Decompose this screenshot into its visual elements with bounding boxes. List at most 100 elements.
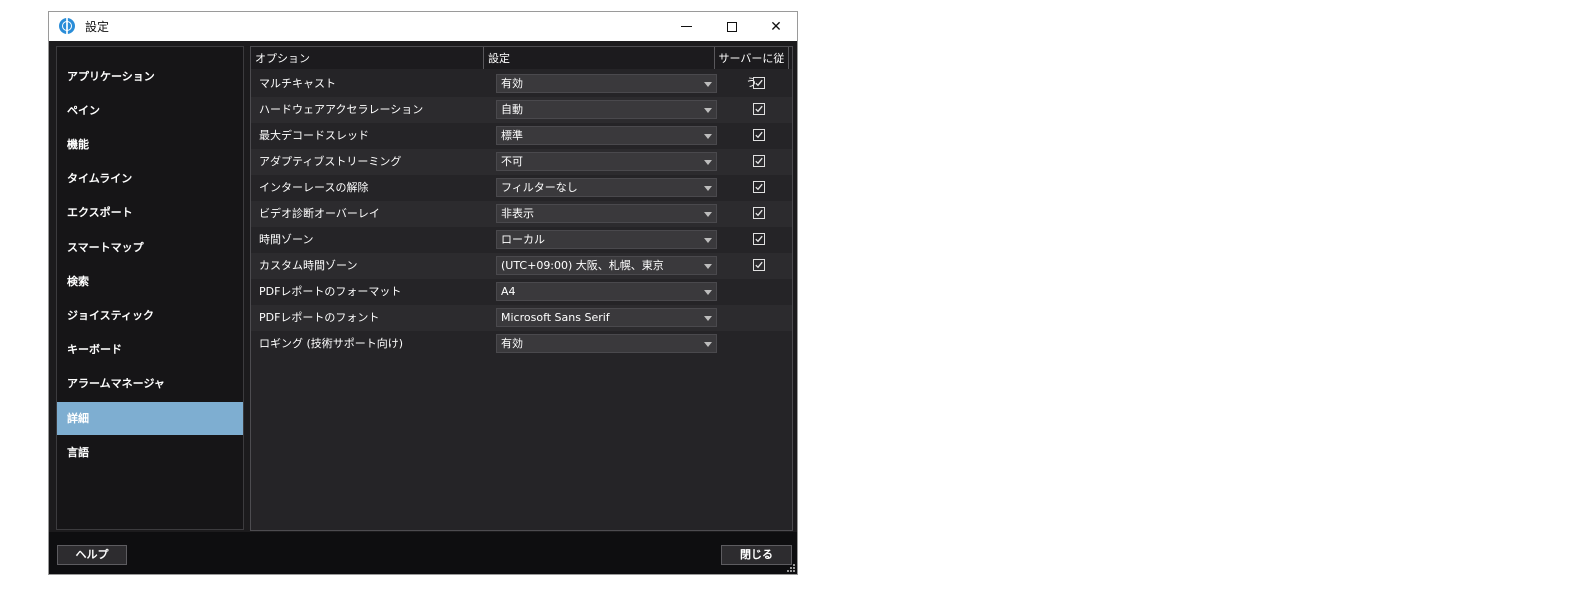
checkmark-icon	[755, 105, 763, 113]
checkmark-icon	[755, 79, 763, 87]
setting-dropdown[interactable]: 不可	[496, 152, 717, 171]
window-title: 設定	[85, 20, 110, 34]
setting-dropdown[interactable]: 有効	[496, 334, 717, 353]
option-label: 最大デコードスレッド	[259, 129, 369, 142]
table-row: インターレースの解除 フィルターなし	[251, 175, 792, 201]
follow-server-checkbox[interactable]	[753, 207, 765, 219]
table-row: カスタム時間ゾーン (UTC+09:00) 大阪、札幌、東京	[251, 253, 792, 279]
option-label: PDFレポートのフォーマット	[259, 285, 402, 298]
table-row: 時間ゾーン ローカル	[251, 227, 792, 253]
sidebar-item[interactable]: スマートマップ	[57, 231, 243, 264]
chevron-down-icon	[704, 82, 712, 87]
dropdown-value: 標準	[501, 129, 523, 142]
follow-server-checkbox[interactable]	[753, 233, 765, 245]
settings-window: 設定 ✕ アプリケーション ペイン 機能 タイムライン エクスポート スマートマップ 検索ジ…	[48, 11, 798, 575]
dropdown-value: 不可	[501, 155, 523, 168]
checkmark-icon	[755, 209, 763, 217]
option-label: ロギング (技術サポート向け)	[259, 337, 404, 350]
option-label: マルチキャスト	[259, 77, 336, 90]
setting-dropdown[interactable]: 非表示	[496, 204, 717, 223]
table-row: PDFレポートのフォント Microsoft Sans Serif	[251, 305, 792, 331]
chevron-down-icon	[704, 342, 712, 347]
checkmark-icon	[755, 183, 763, 191]
follow-server-checkbox[interactable]	[753, 181, 765, 193]
dropdown-value: 非表示	[501, 207, 534, 220]
sidebar-item[interactable]: ジョイスティック	[57, 299, 243, 332]
checkmark-icon	[755, 261, 763, 269]
setting-dropdown[interactable]: ローカル	[496, 230, 717, 249]
dropdown-value: 有効	[501, 337, 523, 350]
close-button[interactable]: 閉じる	[721, 545, 792, 565]
option-label: 時間ゾーン	[259, 233, 314, 246]
settings-category-list: アプリケーション ペイン 機能 タイムライン エクスポート スマートマップ 検索 ジョイスティ…	[56, 46, 244, 530]
dropdown-value: Microsoft Sans Serif	[501, 311, 610, 324]
table-row: ビデオ診断オーバーレイ 非表示	[251, 201, 792, 227]
checkmark-icon	[755, 157, 763, 165]
option-label: ハードウェアアクセラレーション	[259, 103, 424, 116]
sidebar-item[interactable]: 機能	[57, 128, 243, 161]
table-row: ハードウェアアクセラレーション 自動	[251, 97, 792, 123]
setting-dropdown[interactable]: フィルターなし	[496, 178, 717, 197]
setting-dropdown[interactable]: 標準	[496, 126, 717, 145]
table-row: アダプティブストリーミング 不可	[251, 149, 792, 175]
chevron-down-icon	[704, 212, 712, 217]
dropdown-value: A4	[501, 285, 516, 298]
close-window-button[interactable]: ✕	[754, 12, 797, 41]
dropdown-value: フィルターなし	[501, 181, 578, 194]
sidebar-item[interactable]: アラームマネージャ	[57, 367, 243, 400]
setting-dropdown[interactable]: 自動	[496, 100, 717, 119]
table-row: ロギング (技術サポート向け) 有効	[251, 331, 792, 357]
setting-dropdown[interactable]: 有効	[496, 74, 717, 93]
resize-grip-icon[interactable]	[785, 562, 795, 572]
chevron-down-icon	[704, 290, 712, 295]
dropdown-value: 有効	[501, 77, 523, 90]
sidebar-item[interactable]: ペイン	[57, 94, 243, 127]
sidebar-item[interactable]: 検索	[57, 265, 243, 298]
setting-dropdown[interactable]: Microsoft Sans Serif	[496, 308, 717, 327]
follow-server-checkbox[interactable]	[753, 77, 765, 89]
sidebar-item[interactable]: アプリケーション	[57, 60, 243, 93]
chevron-down-icon	[704, 238, 712, 243]
chevron-down-icon	[704, 134, 712, 139]
table-row: 最大デコードスレッド 標準	[251, 123, 792, 149]
table-row: PDFレポートのフォーマット A4	[251, 279, 792, 305]
follow-server-checkbox[interactable]	[753, 103, 765, 115]
setting-dropdown[interactable]: A4	[496, 282, 717, 301]
follow-server-checkbox[interactable]	[753, 155, 765, 167]
option-label: カスタム時間ゾーン	[259, 259, 358, 272]
footer-bar: ヘルプ 閉じる	[49, 532, 797, 574]
sidebar-item[interactable]: 詳細	[57, 402, 243, 435]
dropdown-value: 自動	[501, 103, 523, 116]
table-header: オプション 設定 サーバーに従う	[251, 47, 792, 89]
minimize-button[interactable]	[664, 12, 708, 41]
chevron-down-icon	[704, 108, 712, 113]
chevron-down-icon	[704, 264, 712, 269]
sidebar-item[interactable]: キーボード	[57, 333, 243, 366]
option-label: インターレースの解除	[259, 181, 369, 194]
app-logo-icon	[59, 18, 75, 34]
column-header-follow-server[interactable]: サーバーに従う	[715, 47, 789, 89]
settings-table: オプション 設定 サーバーに従う マルチキャスト 有効 ハードウェアアクセラレーショ…	[250, 46, 793, 531]
follow-server-checkbox[interactable]	[753, 259, 765, 271]
dropdown-value: ローカル	[501, 233, 545, 246]
sidebar-item[interactable]: タイムライン	[57, 162, 243, 195]
checkmark-icon	[755, 131, 763, 139]
setting-dropdown[interactable]: (UTC+09:00) 大阪、札幌、東京	[496, 256, 717, 275]
sidebar-item[interactable]: エクスポート	[57, 196, 243, 229]
chevron-down-icon	[704, 160, 712, 165]
help-button[interactable]: ヘルプ	[57, 545, 127, 565]
dropdown-value: (UTC+09:00) 大阪、札幌、東京	[501, 259, 664, 272]
minimize-icon	[680, 26, 692, 27]
column-header-setting[interactable]: 設定	[484, 47, 715, 69]
maximize-icon	[727, 21, 737, 32]
maximize-button[interactable]	[710, 12, 754, 41]
option-label: PDFレポートのフォント	[259, 311, 380, 324]
sidebar-item[interactable]: 言語	[57, 436, 243, 469]
title-bar[interactable]: 設定 ✕	[49, 12, 797, 41]
column-header-option[interactable]: オプション	[251, 47, 484, 69]
follow-server-checkbox[interactable]	[753, 129, 765, 141]
table-row: マルチキャスト 有効	[251, 71, 792, 97]
option-label: ビデオ診断オーバーレイ	[259, 207, 380, 220]
chevron-down-icon	[704, 186, 712, 191]
checkmark-icon	[755, 235, 763, 243]
